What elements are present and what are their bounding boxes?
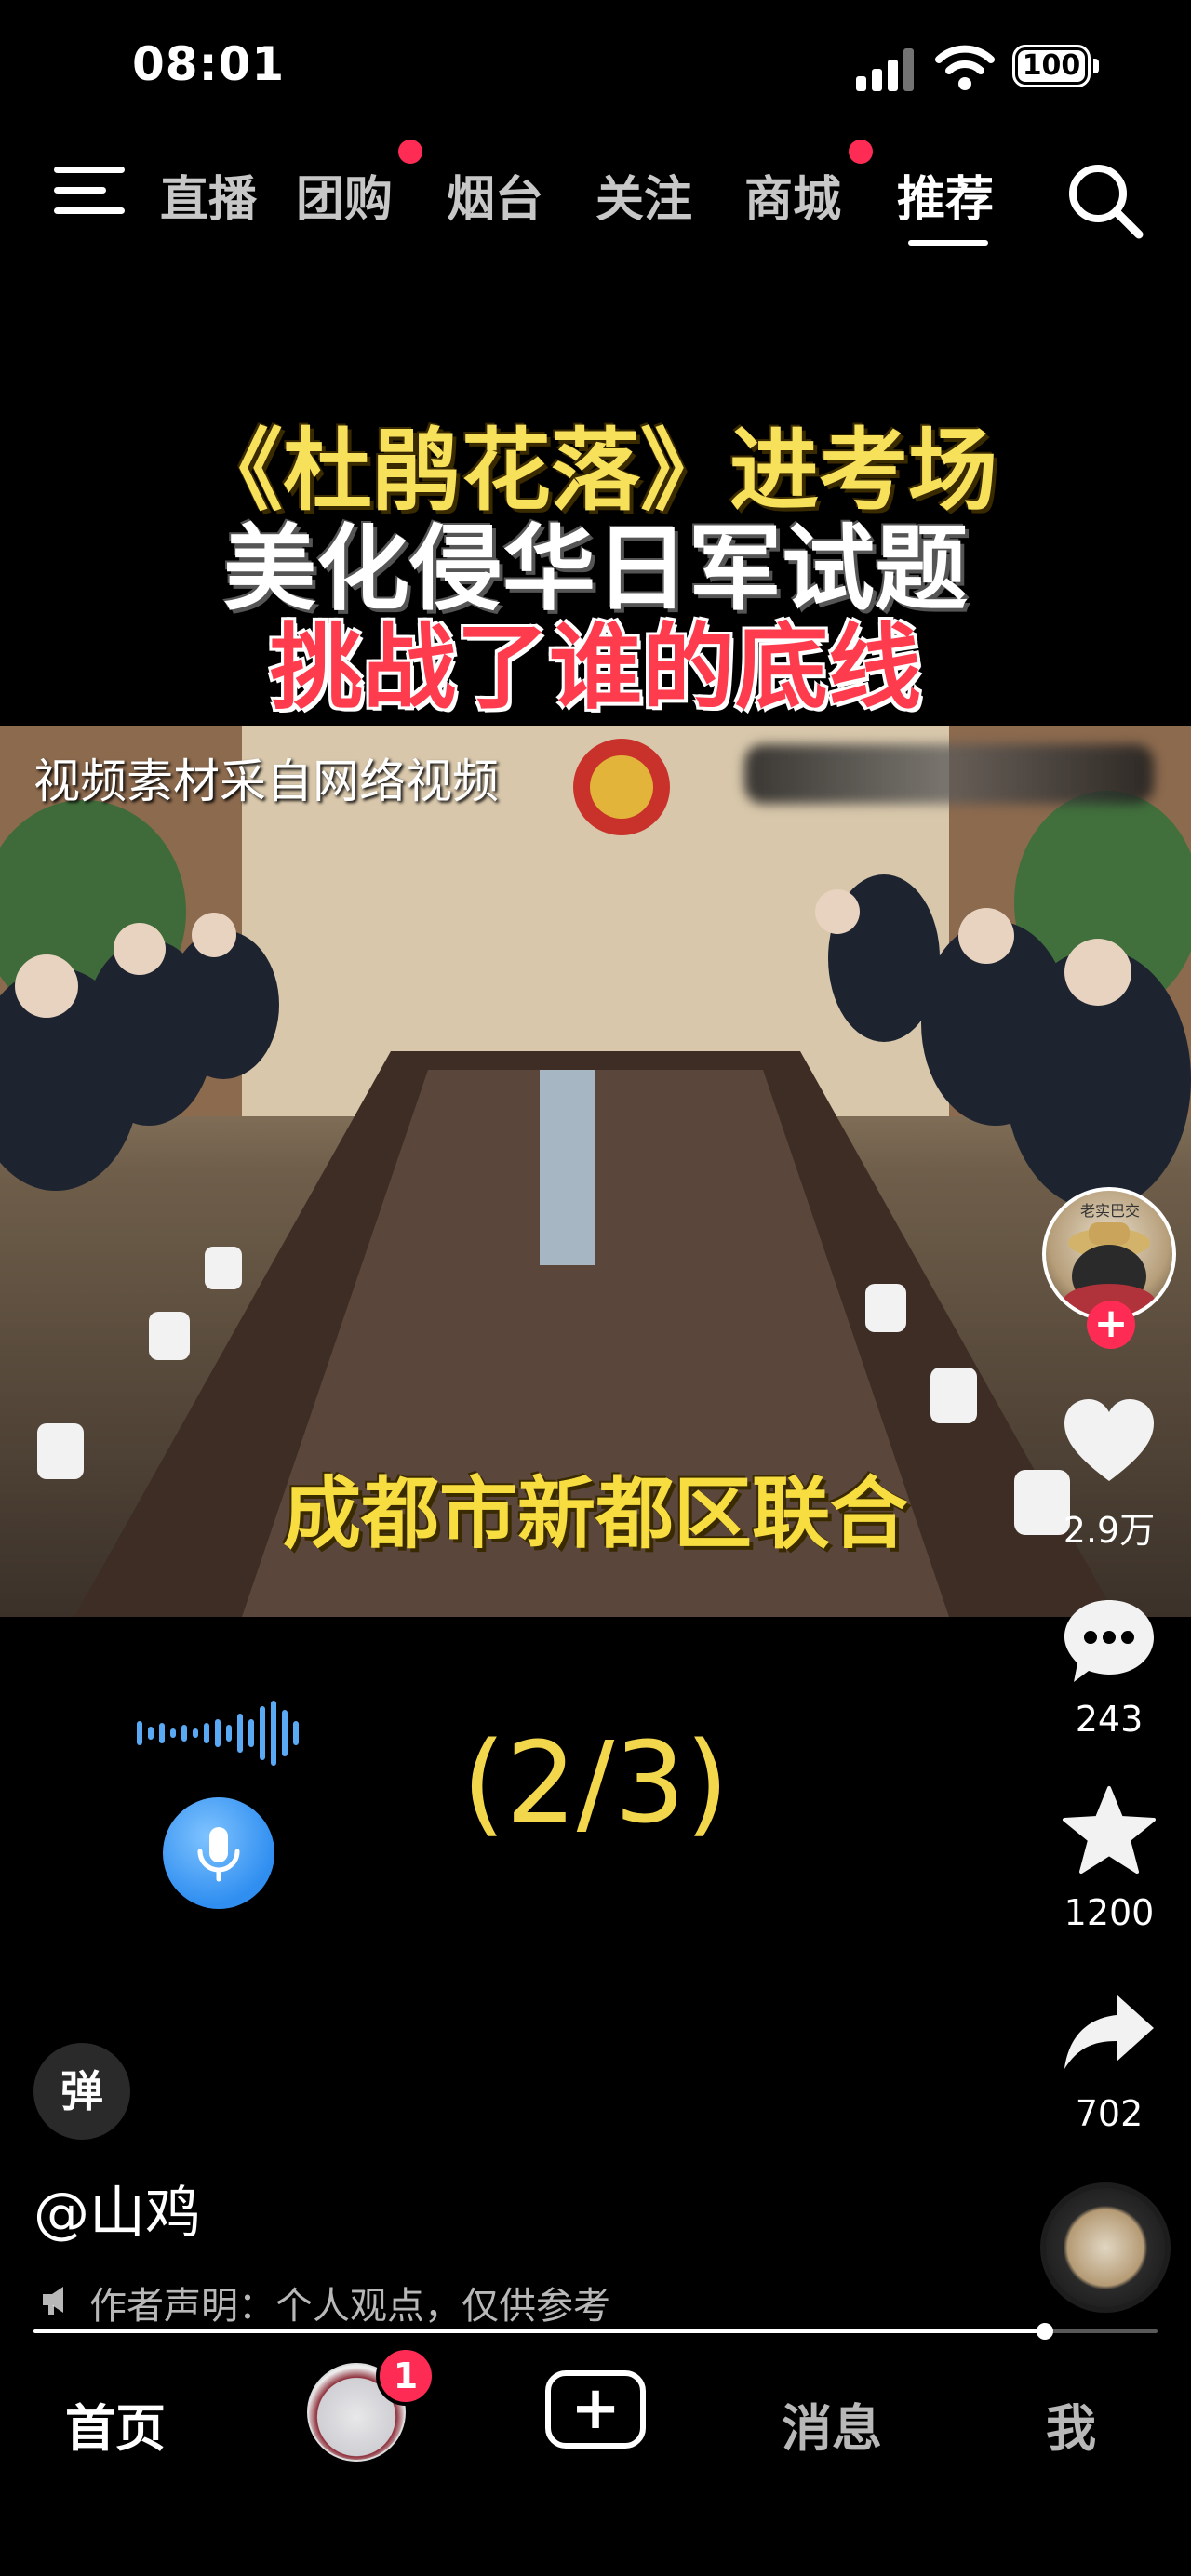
active-tab-underline	[908, 240, 988, 246]
part-indicator: (2/3)	[462, 1719, 729, 1849]
like-heart-icon[interactable]	[1061, 1395, 1158, 1488]
author-name[interactable]: @山鸡	[33, 2168, 201, 2249]
author-declaration: 作者声明：个人观点，仅供参考	[89, 2285, 610, 2328]
follow-button[interactable]: +	[1087, 1301, 1135, 1349]
danmaku-toggle-button[interactable]: 弹	[33, 2043, 130, 2140]
status-time: 08:01	[132, 37, 286, 91]
share-count: 702	[1075, 2093, 1144, 2134]
mic-icon	[197, 1827, 240, 1882]
tab-mall-dot	[849, 140, 873, 164]
tab-following[interactable]: 关注	[596, 160, 692, 230]
headline-line-3: 挑战了谁的底线	[270, 613, 921, 722]
battery-indicator: 100	[1012, 45, 1102, 89]
battery-level: 100	[1018, 50, 1085, 82]
nav-messages[interactable]: 消息	[782, 2387, 882, 2461]
like-count: 2.9万	[1063, 1510, 1156, 1551]
video-source-note: 视频素材采自网络视频	[33, 754, 499, 808]
progress-fill	[33, 2329, 1045, 2333]
nav-home[interactable]: 首页	[65, 2387, 166, 2461]
tab-group-buy[interactable]: 团购	[296, 160, 393, 230]
search-icon[interactable]	[1063, 158, 1146, 242]
favorite-star-icon[interactable]	[1061, 1784, 1158, 1877]
cellular-signal-icon	[856, 48, 914, 91]
tab-live[interactable]: 直播	[160, 160, 257, 230]
wifi-icon	[935, 45, 995, 90]
notification-badge: 1	[376, 2346, 435, 2406]
share-arrow-icon[interactable]	[1061, 1987, 1158, 2080]
music-disc[interactable]	[1040, 2182, 1171, 2313]
comment-icon[interactable]	[1061, 1595, 1158, 1688]
video-subtitle: 成都市新都区联合	[282, 1468, 908, 1559]
waveform-icon	[137, 1701, 299, 1766]
mic-button[interactable]	[163, 1797, 274, 1909]
blurred-caption	[744, 744, 1154, 804]
comment-count: 243	[1075, 1699, 1144, 1740]
tab-recommend[interactable]: 推荐	[897, 160, 994, 230]
speaker-icon	[43, 2287, 63, 2315]
progress-knob[interactable]	[1037, 2323, 1053, 2340]
tab-mall[interactable]: 商城	[744, 160, 841, 230]
tab-yantai[interactable]: 烟台	[447, 160, 543, 230]
menu-icon[interactable]	[54, 163, 125, 219]
favorite-count: 1200	[1064, 1892, 1155, 1933]
create-button[interactable]: +	[545, 2370, 646, 2449]
tab-group-buy-dot	[398, 140, 422, 164]
nav-me[interactable]: 我	[1046, 2387, 1096, 2461]
avatar-caption: 老实巴交	[1079, 1202, 1140, 1220]
